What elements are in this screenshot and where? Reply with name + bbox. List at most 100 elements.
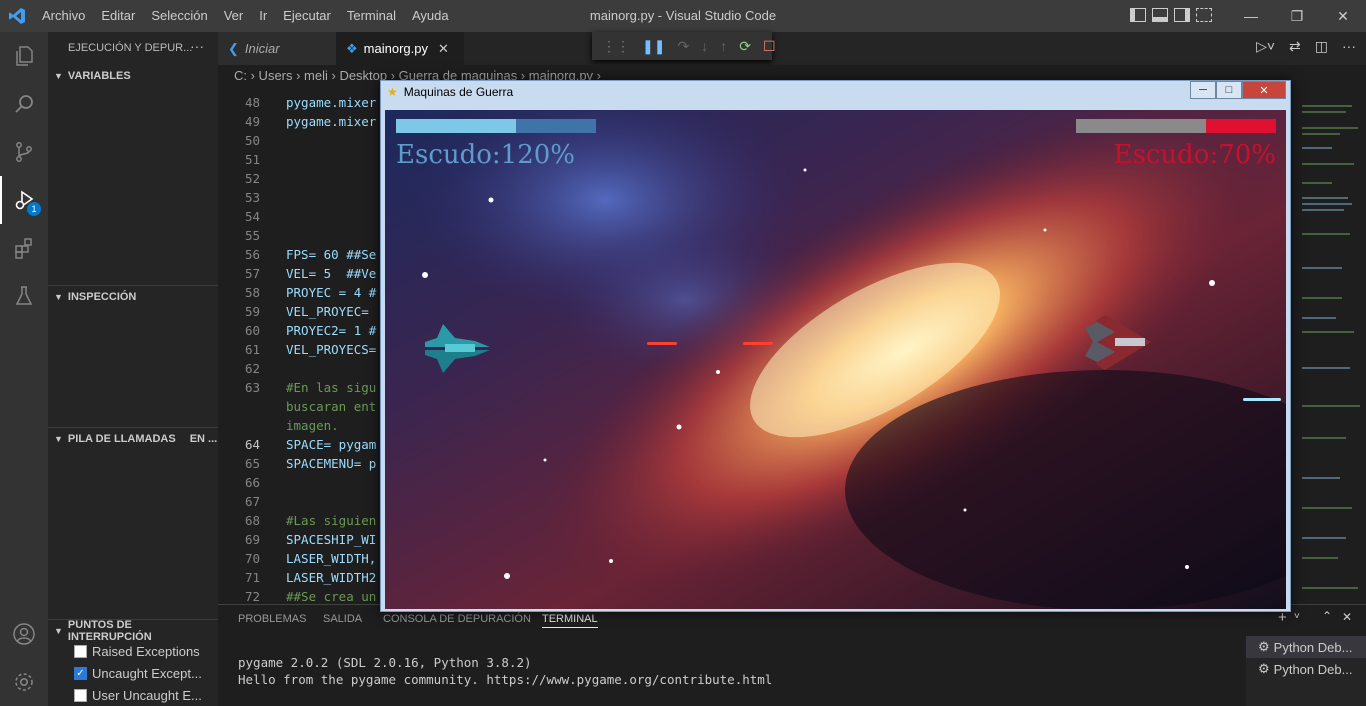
menu-bar: Archivo Editar Selección Ver Ir Ejecutar… xyxy=(34,0,457,32)
maximize-panel-icon[interactable]: ⌃ xyxy=(1322,609,1332,623)
toggle-sidebar-icon[interactable] xyxy=(1130,8,1146,22)
close-tab-icon[interactable]: ✕ xyxy=(438,41,449,57)
section-inspeccion[interactable]: ▼ INSPECCIÓN xyxy=(48,285,218,307)
source-control-icon[interactable] xyxy=(0,128,48,176)
drag-handle-icon[interactable]: ⋮⋮ xyxy=(602,38,630,55)
section-call-stack-label: PILA DE LLAMADAS xyxy=(67,432,176,445)
menu-ayuda[interactable]: Ayuda xyxy=(404,0,457,32)
line-number: 54 xyxy=(244,209,260,224)
code-line: pygame.mixer xyxy=(286,114,377,129)
line-number: 66 xyxy=(244,475,260,490)
split-editor-icon[interactable]: ◫ xyxy=(1315,38,1328,55)
debug-toolbar: ⋮⋮ ❚❚ ↷ ↓ ↑ ⟳ ☐ xyxy=(592,32,776,60)
code-comment: #Las siguien xyxy=(286,513,377,528)
line-number: 69 xyxy=(244,532,260,547)
section-inspeccion-label: INSPECCIÓN xyxy=(67,290,137,303)
restart-icon[interactable]: ⟳ xyxy=(739,38,751,55)
breakpoint-checkbox-checked[interactable]: ✓ xyxy=(74,666,87,680)
section-breakpoints[interactable]: ▼ PUNTOS DE INTERRUPCIÓN xyxy=(48,618,218,643)
breakpoint-label: Uncaught Except... xyxy=(92,665,202,681)
tab-iniciar[interactable]: ❮ Iniciar xyxy=(218,32,336,65)
search-icon[interactable] xyxy=(0,80,48,128)
code-line: LASER_WIDTH2 xyxy=(286,570,377,585)
breakpoint-raised-exceptions[interactable]: Raised Exceptions xyxy=(74,640,200,662)
section-call-stack[interactable]: ▼ PILA DE LLAMADAS EN ... xyxy=(48,427,218,449)
menu-archivo[interactable]: Archivo xyxy=(34,0,93,32)
breakpoint-checkbox[interactable] xyxy=(74,688,87,702)
tab-label: Iniciar xyxy=(244,41,280,56)
enemy-laser xyxy=(1243,398,1281,401)
menu-editar[interactable]: Editar xyxy=(93,0,143,32)
settings-gear-icon[interactable] xyxy=(0,658,48,706)
pygame-title-bar[interactable]: ★ Maquinas de Guerra xyxy=(381,81,1290,103)
line-number: 52 xyxy=(244,171,260,186)
run-file-icon[interactable]: ▷˅ xyxy=(1256,38,1275,55)
accounts-icon[interactable] xyxy=(0,610,48,658)
terminal-item[interactable]: ⚙ Python Deb... xyxy=(1246,636,1366,658)
pygame-window-title: Maquinas de Guerra xyxy=(403,85,514,99)
toggle-secondary-sidebar-icon[interactable] xyxy=(1174,8,1190,22)
panel-tab-problemas[interactable]: PROBLEMAS xyxy=(238,613,306,625)
step-out-icon[interactable]: ↑ xyxy=(720,38,727,54)
customize-layout-icon[interactable] xyxy=(1196,8,1212,22)
panel-tab-consola[interactable]: CONSOLA DE DEPURACIÓN xyxy=(383,613,531,625)
tab-mainorg[interactable]: ❖ mainorg.py ✕ xyxy=(336,32,464,65)
run-debug-icon[interactable]: 1 xyxy=(0,176,48,224)
pygame-maximize-button[interactable]: □ xyxy=(1216,81,1242,99)
restore-button[interactable]: ❐ xyxy=(1274,0,1320,32)
pygame-close-button[interactable]: ✕ xyxy=(1242,81,1286,99)
panel-tab-salida[interactable]: SALIDA xyxy=(323,613,362,625)
breakpoint-checkbox[interactable] xyxy=(74,644,87,658)
close-panel-icon[interactable]: ✕ xyxy=(1342,610,1352,624)
game-canvas[interactable]: Escudo:120% Escudo:70% xyxy=(385,110,1286,609)
editor-tabs: ❮ Iniciar ❖ mainorg.py ✕ xyxy=(218,32,1366,65)
menu-seleccion[interactable]: Selección xyxy=(143,0,215,32)
terminal-line: pygame 2.0.2 (SDL 2.0.16, Python 3.8.2) xyxy=(238,655,532,670)
line-number: 70 xyxy=(244,551,260,566)
line-number: 59 xyxy=(244,304,260,319)
menu-terminal[interactable]: Terminal xyxy=(339,0,404,32)
more-actions-icon[interactable]: ··· xyxy=(1342,38,1356,55)
chevron-down-icon: ▼ xyxy=(54,433,63,444)
section-variables[interactable]: ▼ VARIABLES xyxy=(48,65,218,87)
code-line: VEL_PROYECS= xyxy=(286,342,377,357)
player-health-bar xyxy=(396,119,596,133)
explorer-icon[interactable] xyxy=(0,32,48,80)
toggle-panel-icon[interactable] xyxy=(1152,8,1168,22)
code-comment: imagen. xyxy=(286,418,339,433)
chevron-down-icon: ▼ xyxy=(54,625,63,636)
minimap[interactable] xyxy=(1290,87,1366,604)
line-number: 64 xyxy=(244,437,260,452)
chevron-down-icon[interactable]: ˅ xyxy=(1294,611,1300,622)
line-number: 65 xyxy=(244,456,260,471)
section-breakpoints-label: PUNTOS DE INTERRUPCIÓN xyxy=(67,618,152,643)
terminal-name: Python Deb... xyxy=(1273,639,1353,655)
sidebar-header: EJECUCIÓN Y DEPUR... ··· xyxy=(48,32,218,64)
compare-icon[interactable]: ⇄ xyxy=(1289,38,1301,55)
menu-ver[interactable]: Ver xyxy=(216,0,252,32)
player-health-fill xyxy=(396,119,516,133)
minimize-button[interactable]: — xyxy=(1228,0,1274,32)
extensions-icon[interactable] xyxy=(0,224,48,272)
step-into-icon[interactable]: ↓ xyxy=(701,38,708,54)
breakpoint-uncaught-exceptions[interactable]: ✓ Uncaught Except... xyxy=(74,662,202,684)
pause-icon[interactable]: ❚❚ xyxy=(642,38,665,55)
panel-tab-terminal[interactable]: TERMINAL xyxy=(542,613,598,628)
menu-ir[interactable]: Ir xyxy=(251,0,275,32)
menu-ejecutar[interactable]: Ejecutar xyxy=(275,0,339,32)
step-over-icon[interactable]: ↷ xyxy=(677,38,689,55)
breakpoint-user-uncaught[interactable]: User Uncaught E... xyxy=(74,684,202,706)
code-line: VEL= 5 ##Ve xyxy=(286,266,377,281)
close-button[interactable]: ✕ xyxy=(1320,0,1366,32)
pygame-minimize-button[interactable]: ─ xyxy=(1190,81,1216,99)
chevron-down-icon: ▼ xyxy=(54,291,63,302)
more-actions-icon[interactable]: ··· xyxy=(190,38,204,54)
terminal-item[interactable]: ⚙ Python Deb... xyxy=(1246,658,1366,680)
terminal-name: Python Deb... xyxy=(1273,661,1353,677)
code-line: SPACE= pygam xyxy=(286,437,377,452)
testing-icon[interactable] xyxy=(0,272,48,320)
line-number: 49 xyxy=(244,114,260,129)
pygame-window[interactable]: ★ Maquinas de Guerra ─ □ ✕ Escudo:120% E… xyxy=(380,80,1291,612)
stop-icon[interactable]: ☐ xyxy=(763,38,776,55)
line-number: 61 xyxy=(244,342,260,357)
